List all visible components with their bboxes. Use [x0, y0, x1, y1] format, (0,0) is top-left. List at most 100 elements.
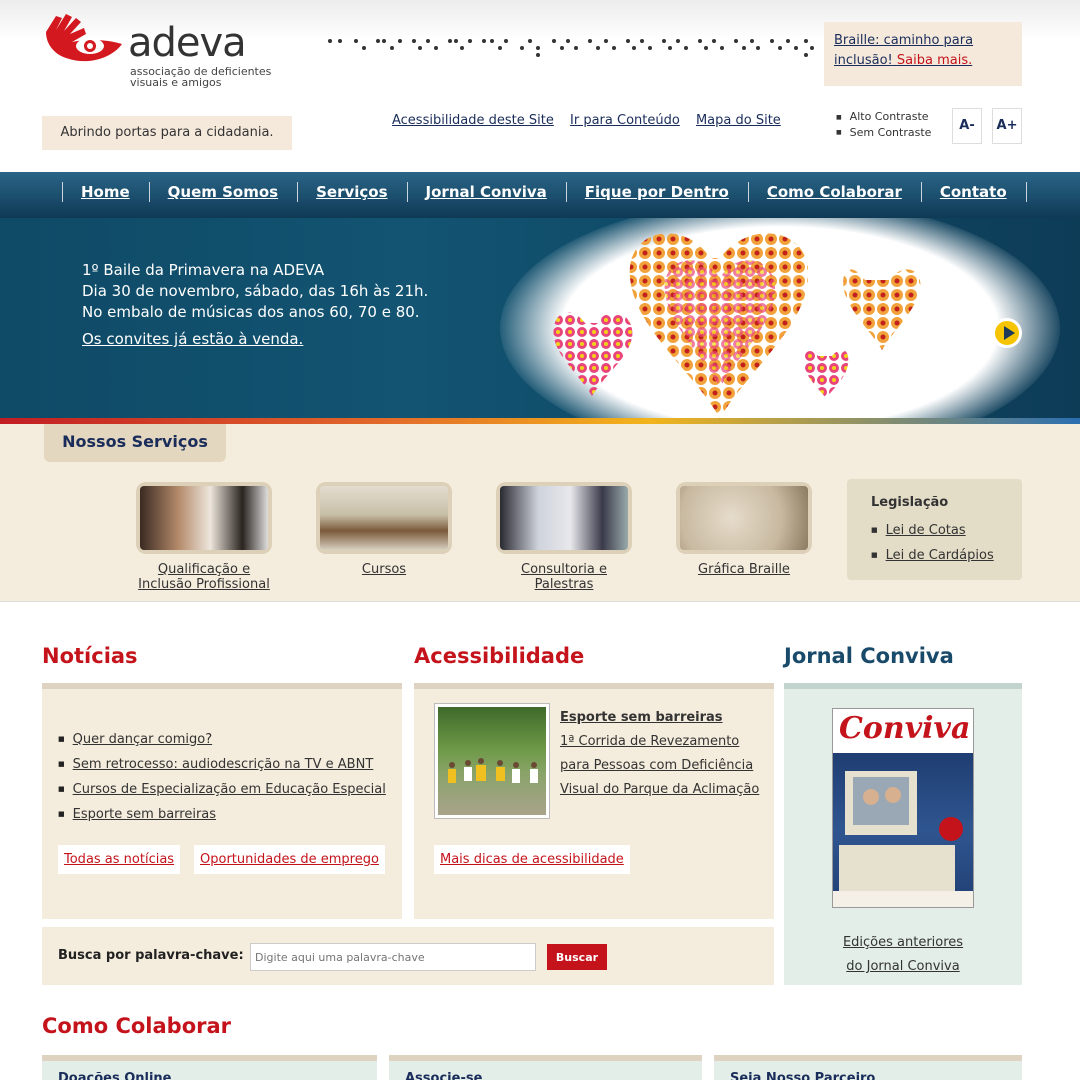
- jobs-link[interactable]: Oportunidades de emprego: [200, 852, 379, 867]
- jornal-cover[interactable]: Conviva: [832, 708, 974, 908]
- banner-line-1: 1º Baile da Primavera na ADEVA: [82, 261, 325, 279]
- service-item-qualificacao[interactable]: Qualificação e Inclusão Profissional: [134, 482, 274, 592]
- link-site-accessibility[interactable]: Acessibilidade deste Site: [392, 113, 554, 128]
- noticias-heading: Notícias: [42, 644, 138, 668]
- cover-image: [833, 753, 973, 907]
- feature-text-link[interactable]: 1ª Corrida de Revezamento para Pessoas c…: [560, 734, 759, 797]
- service-thumb-qualificacao: [136, 482, 272, 554]
- services-title: Nossos Serviços: [44, 424, 226, 462]
- news-link[interactable]: Esporte sem barreiras: [73, 807, 216, 822]
- banner-line-2: Dia 30 de novembro, sábado, das 16h às 2…: [82, 282, 429, 300]
- flower-hearts-image: [553, 233, 921, 418]
- service-item-grafica-braille[interactable]: Gráfica Braille: [674, 482, 814, 577]
- jobs-button[interactable]: Oportunidades de emprego: [194, 845, 385, 874]
- news-list: Quer dançar comigo? Sem retrocesso: audi…: [58, 727, 386, 827]
- accessibility-feature: Esporte sem barreiras 1ª Corrida de Reve…: [560, 706, 770, 802]
- legislacao-list: Lei de Cotas Lei de Cardápios: [871, 518, 1022, 568]
- nav-item-quem-somos: Quem Somos: [148, 182, 297, 202]
- feature-headline-link[interactable]: Esporte sem barreiras: [560, 710, 723, 725]
- search-label: Busca por palavra-chave:: [58, 948, 244, 963]
- nav-item-fique-por-dentro: Fique por Dentro: [565, 182, 748, 202]
- braille-dots-decoration: [328, 39, 814, 57]
- nav-item-contato: Contato: [920, 182, 1027, 202]
- donate-online-card[interactable]: Doações Online: [42, 1055, 377, 1080]
- service-thumb-consultoria: [496, 482, 632, 554]
- cover-title: Conviva: [833, 709, 973, 753]
- nav-item-home: Home: [62, 182, 149, 202]
- associate-card[interactable]: Associe-se: [389, 1055, 702, 1080]
- increase-font-button[interactable]: A+: [992, 108, 1022, 144]
- nav-link-fique-por-dentro[interactable]: Fique por Dentro: [585, 183, 729, 201]
- nav-link-home[interactable]: Home: [81, 183, 130, 201]
- race-photo-image: [438, 707, 546, 815]
- braille-more-text: Saiba mais.: [896, 53, 973, 68]
- news-link[interactable]: Quer dançar comigo?: [73, 732, 212, 747]
- main-navigation: Home Quem Somos Serviços Jornal Conviva …: [0, 172, 1080, 218]
- nav-link-como-colaborar[interactable]: Como Colaborar: [767, 183, 902, 201]
- all-news-button[interactable]: Todas as notícias: [58, 845, 181, 874]
- service-item-consultoria[interactable]: Consultoria e Palestras: [494, 482, 634, 592]
- race-photo[interactable]: [434, 703, 550, 819]
- legislacao-item: Lei de Cotas: [871, 518, 1022, 543]
- hand-eye-logo-icon: [46, 14, 122, 62]
- decrease-font-button[interactable]: A-: [952, 108, 982, 144]
- link-sitemap[interactable]: Mapa do Site: [696, 113, 781, 128]
- banner-next-play-icon[interactable]: [992, 318, 1022, 348]
- link-lei-de-cardapios[interactable]: Lei de Cardápios: [886, 548, 994, 563]
- past-editions-link[interactable]: Edições anteriores do Jornal Conviva: [843, 935, 963, 974]
- more-accessibility-tips-link[interactable]: Mais dicas de acessibilidade: [440, 852, 624, 867]
- braille-promo-link[interactable]: Braille: caminho para inclusão! Saiba ma…: [834, 33, 973, 68]
- logo-wordmark: adeva: [128, 20, 247, 66]
- nav-link-quem-somos[interactable]: Quem Somos: [168, 183, 278, 201]
- legislacao-box: Legislação Lei de Cotas Lei de Cardápios: [847, 479, 1022, 580]
- past-editions-line-1: Edições anteriores: [842, 935, 964, 950]
- banner-tickets-link[interactable]: Os convites já estão à venda.: [82, 329, 428, 350]
- all-news-link[interactable]: Todas as notícias: [64, 852, 174, 867]
- keyword-search: Busca por palavra-chave: Buscar: [42, 927, 774, 985]
- nav-item-como-colaborar: Como Colaborar: [747, 182, 921, 202]
- accessibility-links: Acessibilidade deste Site Ir para Conteú…: [392, 113, 793, 128]
- computer-cover-illustration: [833, 771, 973, 907]
- more-accessibility-tips-button[interactable]: Mais dicas de acessibilidade: [434, 845, 630, 874]
- service-link-consultoria[interactable]: Consultoria e Palestras: [521, 562, 607, 592]
- nav-item-jornal: Jornal Conviva: [406, 182, 566, 202]
- nav-list: Home Quem Somos Serviços Jornal Conviva …: [62, 182, 1027, 204]
- search-button[interactable]: Buscar: [547, 944, 607, 970]
- list-item: Esporte sem barreiras: [58, 802, 386, 827]
- acessibilidade-heading: Acessibilidade: [414, 644, 585, 668]
- search-input[interactable]: [250, 943, 536, 971]
- logo-subtitle: associação de deficientes visuais e amig…: [130, 65, 272, 89]
- link-lei-de-cotas[interactable]: Lei de Cotas: [886, 523, 966, 538]
- noticias-panel: Quer dançar comigo? Sem retrocesso: audi…: [42, 683, 402, 919]
- list-item: Quer dançar comigo?: [58, 727, 386, 752]
- acessibilidade-panel: Esporte sem barreiras 1ª Corrida de Reve…: [414, 683, 774, 919]
- services-section: Nossos Serviços Qualificação e Inclusão …: [0, 424, 1080, 602]
- nav-link-servicos[interactable]: Serviços: [316, 183, 387, 201]
- service-link-grafica-braille[interactable]: Gráfica Braille: [698, 562, 790, 577]
- past-editions-line-2: do Jornal Conviva: [846, 959, 960, 974]
- braille-promo-box: Braille: caminho para inclusão! Saiba ma…: [824, 22, 1022, 86]
- site-header: adeva associação de deficientes visuais …: [0, 0, 1080, 172]
- adeva-logo[interactable]: adeva associação de deficientes visuais …: [42, 14, 282, 94]
- high-contrast-option[interactable]: Alto Contraste: [836, 109, 931, 125]
- nav-link-contato[interactable]: Contato: [940, 183, 1007, 201]
- banner-text: 1º Baile da Primavera na ADEVA Dia 30 de…: [82, 260, 428, 350]
- contrast-options: Alto Contraste Sem Contraste: [836, 109, 932, 141]
- no-contrast-option[interactable]: Sem Contraste: [836, 125, 932, 141]
- list-item: Cursos de Especialização em Educação Esp…: [58, 777, 386, 802]
- legislacao-title: Legislação: [871, 495, 949, 510]
- hero-banner: 1º Baile da Primavera na ADEVA Dia 30 de…: [0, 218, 1080, 420]
- service-link-qualificacao[interactable]: Qualificação e Inclusão Profissional: [138, 562, 270, 592]
- list-item: Sem retrocesso: audiodescrição na TV e A…: [58, 752, 386, 777]
- service-item-cursos[interactable]: Cursos: [314, 482, 454, 577]
- nav-item-servicos: Serviços: [297, 182, 406, 202]
- link-skip-to-content[interactable]: Ir para Conteúdo: [570, 113, 680, 128]
- news-link[interactable]: Sem retrocesso: audiodescrição na TV e A…: [73, 757, 374, 772]
- service-thumb-cursos: [316, 482, 452, 554]
- partner-card[interactable]: Seja Nosso Parceiro: [714, 1055, 1022, 1080]
- service-link-cursos[interactable]: Cursos: [362, 562, 406, 577]
- jornal-heading: Jornal Conviva: [784, 644, 954, 668]
- nav-link-jornal[interactable]: Jornal Conviva: [426, 183, 547, 201]
- news-link[interactable]: Cursos de Especialização em Educação Esp…: [73, 782, 386, 797]
- jornal-panel: Conviva Edições anteriores do Jornal Conv…: [784, 683, 1022, 985]
